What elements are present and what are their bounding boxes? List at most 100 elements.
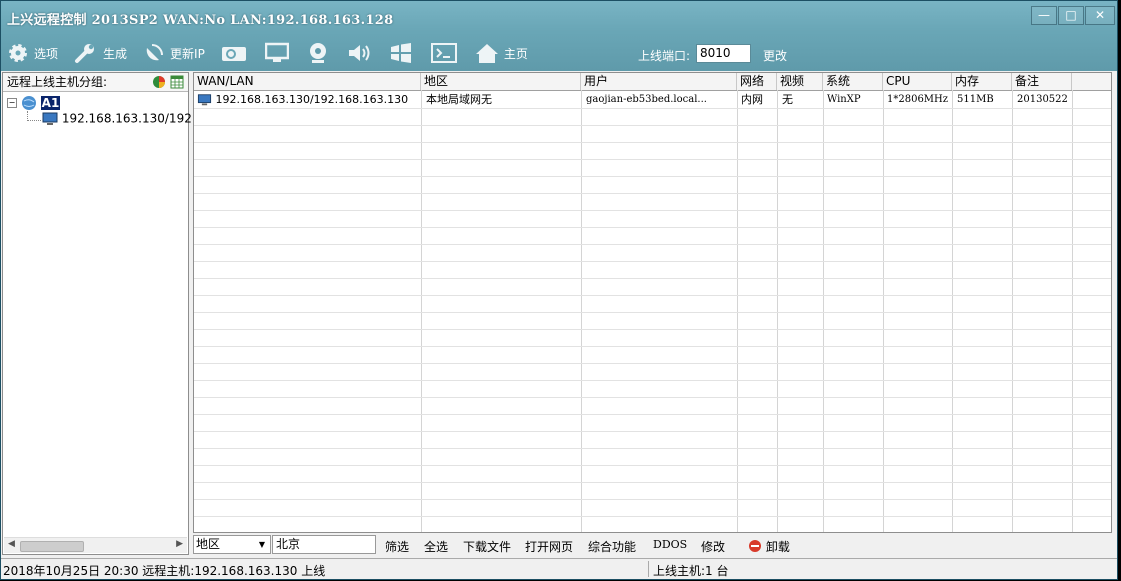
column-header-region[interactable]: 地区 [421, 73, 581, 90]
tree-host-node[interactable]: 192.168.163.130/192.1 [42, 111, 203, 127]
maximize-button[interactable]: □ [1058, 6, 1084, 25]
cell-memory: 511MB [957, 94, 994, 105]
webcam-button[interactable] [307, 41, 334, 65]
collapse-toggle[interactable]: − [7, 98, 17, 108]
column-header-system[interactable]: 系统 [823, 73, 883, 90]
build-label: 生成 [103, 46, 128, 61]
ddos-button[interactable]: DDOS [653, 538, 687, 551]
change-port-button[interactable]: 更改 [763, 47, 787, 64]
port-input[interactable]: 8010 [696, 44, 751, 63]
grid-row-line [194, 465, 1111, 466]
windows-button[interactable] [389, 42, 418, 64]
grid-row-line [194, 176, 1111, 177]
column-header-cpu[interactable]: CPU [883, 73, 952, 90]
horizontal-scrollbar[interactable]: ◀ ▶ [4, 537, 187, 553]
dropdown-arrow-icon: ▼ [258, 540, 265, 549]
status-bar: 2018年10月25日 20:30 远程主机:192.168.163.130 上… [1, 558, 1117, 579]
file-search-button[interactable] [221, 42, 252, 64]
grid-row-line [194, 448, 1111, 449]
window-title: 上兴远程控制 2013SP2 WAN:No LAN:192.168.163.12… [7, 13, 394, 28]
status-left: 2018年10月25日 20:30 远程主机:192.168.163.130 上… [3, 564, 326, 578]
filter-field-select[interactable]: 地区 ▼ [193, 535, 271, 554]
grid-row-line [194, 125, 1111, 126]
host-label: 192.168.163.130/192.1 [61, 111, 204, 126]
filter-button[interactable]: 筛选 [385, 538, 409, 555]
uninstall-button[interactable]: 卸载 [748, 538, 790, 555]
grid-row-line [194, 414, 1111, 415]
build-button[interactable]: 生成 [74, 42, 127, 64]
cell-remark: 20130522 [1017, 94, 1068, 105]
minimize-button[interactable]: — [1031, 6, 1057, 25]
download-file-button[interactable]: 下载文件 [463, 538, 511, 555]
grid-row-line [194, 380, 1111, 381]
cell-network: 内网 [741, 93, 763, 106]
grid-row-line [194, 244, 1111, 245]
status-divider [648, 561, 649, 577]
filter-field-value: 地区 [196, 537, 221, 551]
spreadsheet-icon[interactable] [170, 75, 184, 89]
grid-row-line [194, 278, 1111, 279]
tree-group-node[interactable]: − A1 [7, 95, 61, 111]
options-label: 选项 [34, 46, 59, 61]
update-ip-label: 更新IP [170, 46, 205, 61]
column-header-memory[interactable]: 内存 [952, 73, 1012, 90]
update-ip-button[interactable]: 更新IP [143, 42, 205, 64]
scroll-left-icon[interactable]: ◀ [8, 539, 15, 549]
combo-functions-button[interactable]: 综合功能 [588, 538, 636, 555]
folder-search-icon [221, 47, 246, 61]
host-list-table: WAN/LAN 地区 用户 网络 视频 系统 CPU 内存 备注 192.168… [193, 72, 1112, 533]
grid-row-line [194, 210, 1111, 211]
cell-wanlan: 192.168.163.130/192.168.163.130 [194, 91, 421, 108]
cell-user: gaojian-eb53bed.local... [586, 94, 707, 105]
screen-button[interactable] [264, 42, 294, 64]
terminal-icon [430, 43, 457, 63]
filter-value-input[interactable]: 北京 [272, 535, 376, 554]
computer-icon [197, 94, 212, 106]
computer-icon [42, 112, 58, 125]
windows-logo-icon [390, 43, 411, 63]
grid-row-line [194, 142, 1111, 143]
pie-chart-icon[interactable] [152, 75, 166, 89]
stop-icon [749, 540, 761, 552]
grid-row-line [194, 482, 1111, 483]
host-group-title: 远程上线主机分组: [7, 75, 108, 89]
cell-wanlan-text: 192.168.163.130/192.168.163.130 [215, 93, 409, 106]
wrench-icon [75, 44, 95, 63]
column-header-video[interactable]: 视频 [777, 73, 823, 90]
column-header-network[interactable]: 网络 [737, 73, 777, 90]
grid-row-line [194, 363, 1111, 364]
options-button[interactable]: 选项 [7, 42, 58, 64]
cell-cpu: 1*2806MHz [887, 94, 949, 105]
group-name: A1 [40, 95, 61, 110]
shell-button[interactable] [430, 42, 462, 64]
scroll-right-icon[interactable]: ▶ [176, 539, 183, 549]
select-all-button[interactable]: 全选 [424, 538, 448, 555]
host-group-panel: 远程上线主机分组: − A1 192.168.163.130/192.1 ◀ ▶ [2, 72, 203, 555]
grid-row-line [194, 193, 1111, 194]
audio-button[interactable] [347, 42, 376, 64]
grid-row-line [194, 159, 1111, 160]
column-header-user[interactable]: 用户 [581, 73, 737, 90]
grid-row-line [194, 227, 1111, 228]
modify-button[interactable]: 修改 [701, 538, 725, 555]
column-header-wanlan[interactable]: WAN/LAN [194, 73, 421, 90]
grid-row-line [194, 346, 1111, 347]
scroll-thumb[interactable] [20, 541, 84, 552]
grid-row-line [194, 516, 1111, 517]
cell-system: WinXP [827, 94, 861, 105]
grid-row-line [194, 499, 1111, 500]
grid-row-line [194, 261, 1111, 262]
status-right: 上线主机:1 台 [653, 564, 729, 578]
home-button[interactable]: 主页 [475, 42, 528, 64]
cell-region: 本地局域网无 [426, 93, 492, 106]
webcam-icon [309, 43, 326, 63]
main-window: 上兴远程控制 2013SP2 WAN:No LAN:192.168.163.12… [0, 0, 1118, 580]
window-controls: — □ ✕ [1030, 6, 1115, 25]
grid-row-line [194, 108, 1111, 109]
satellite-icon [146, 44, 164, 61]
grid-row-line [194, 329, 1111, 330]
uninstall-label: 卸载 [765, 540, 790, 554]
open-webpage-button[interactable]: 打开网页 [525, 538, 573, 555]
column-header-remark[interactable]: 备注 [1012, 73, 1072, 90]
close-button[interactable]: ✕ [1085, 6, 1115, 25]
